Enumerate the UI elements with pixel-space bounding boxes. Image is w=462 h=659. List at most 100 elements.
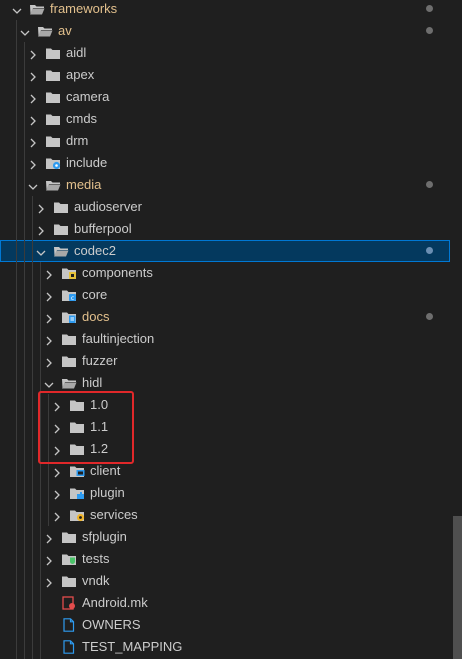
vertical-scrollbar[interactable] xyxy=(453,516,462,659)
chevron-right-icon[interactable] xyxy=(44,312,54,324)
tree-folder-apex[interactable]: apex xyxy=(0,64,450,86)
file-explorer-tree: frameworks av aidl apex camera cmds drm include… xyxy=(0,0,462,659)
folder-icon xyxy=(45,68,61,82)
chevron-down-icon[interactable] xyxy=(20,26,30,36)
chevron-right-icon[interactable] xyxy=(44,532,54,544)
tree-item-label: components xyxy=(82,265,153,280)
tree-item-label: TEST_MAPPING xyxy=(82,639,183,654)
folder-open-icon xyxy=(61,376,77,390)
tree-folder-include[interactable]: include xyxy=(0,152,450,174)
chevron-right-icon[interactable] xyxy=(44,334,54,346)
tree-folder-frameworks[interactable]: frameworks xyxy=(0,0,450,20)
chevron-right-icon[interactable] xyxy=(44,576,54,588)
tree-item-label: sfplugin xyxy=(82,529,127,544)
folder-open-icon xyxy=(29,2,45,16)
chevron-right-icon[interactable] xyxy=(52,444,62,456)
chevron-down-icon[interactable] xyxy=(36,246,46,256)
folder-icon xyxy=(61,354,77,368)
tree-item-label: audioserver xyxy=(74,199,142,214)
folder-icon xyxy=(45,90,61,104)
indent-guide xyxy=(24,42,25,659)
folder-open-icon xyxy=(53,244,69,258)
chevron-right-icon[interactable] xyxy=(28,114,38,126)
indent-guide xyxy=(16,20,17,659)
chevron-right-icon[interactable] xyxy=(44,268,54,280)
chevron-right-icon[interactable] xyxy=(36,202,46,214)
chevron-right-icon[interactable] xyxy=(28,70,38,82)
chevron-right-icon[interactable] xyxy=(36,224,46,236)
tree-folder-codec2[interactable]: codec2 xyxy=(0,240,450,262)
tree-file-owners[interactable]: OWNERS xyxy=(0,614,450,636)
tree-folder-components[interactable]: components xyxy=(0,262,450,284)
tree-folder-docs[interactable]: docs xyxy=(0,306,450,328)
chevron-right-icon[interactable] xyxy=(44,356,54,368)
tree-item-label: core xyxy=(82,287,108,302)
tree-folder-bufferpool[interactable]: bufferpool xyxy=(0,218,450,240)
chevron-right-icon[interactable] xyxy=(44,290,54,302)
tree-folder-vndk[interactable]: vndk xyxy=(0,570,450,592)
tree-folder-1-2[interactable]: 1.2 xyxy=(0,438,450,460)
tree-item-label: cmds xyxy=(66,111,98,126)
tree-item-label: faultinjection xyxy=(82,331,155,346)
folder-components-icon xyxy=(61,266,77,280)
chevron-right-icon[interactable] xyxy=(28,158,38,170)
tree-item-label: camera xyxy=(66,89,110,104)
svg-text:c: c xyxy=(71,295,74,302)
chevron-right-icon[interactable] xyxy=(44,554,54,566)
tree-folder-drm[interactable]: drm xyxy=(0,130,450,152)
tree-item-label: hidl xyxy=(82,375,103,390)
chevron-right-icon[interactable] xyxy=(28,92,38,104)
tree-folder-cmds[interactable]: cmds xyxy=(0,108,450,130)
folder-docs-icon xyxy=(61,310,77,324)
tree-folder-tests[interactable]: tests xyxy=(0,548,450,570)
chevron-right-icon[interactable] xyxy=(52,466,62,478)
tree-folder-1-0[interactable]: 1.0 xyxy=(0,394,450,416)
chevron-right-icon[interactable] xyxy=(52,400,62,412)
chevron-right-icon[interactable] xyxy=(52,488,62,500)
folder-icon xyxy=(45,112,61,126)
tree-folder-client[interactable]: client xyxy=(0,460,450,482)
tree-folder-hidl[interactable]: hidl xyxy=(0,372,450,394)
tree-folder-av[interactable]: av xyxy=(0,20,450,42)
tree-item-label: drm xyxy=(66,133,89,148)
folder-icon xyxy=(53,200,69,214)
tree-folder-camera[interactable]: camera xyxy=(0,86,450,108)
chevron-down-icon[interactable] xyxy=(44,378,54,388)
tree-item-label: plugin xyxy=(90,485,125,500)
tree-item-label: aidl xyxy=(66,45,87,60)
chevron-right-icon[interactable] xyxy=(28,48,38,60)
modified-dot-icon xyxy=(426,181,433,188)
chevron-right-icon[interactable] xyxy=(28,136,38,148)
tree-folder-sfplugin[interactable]: sfplugin xyxy=(0,526,450,548)
tree-item-label: client xyxy=(90,463,121,478)
tree-item-label: vndk xyxy=(82,573,110,588)
tree-item-label: av xyxy=(58,23,72,38)
tree-folder-core[interactable]: c core xyxy=(0,284,450,306)
folder-open-icon xyxy=(37,24,53,38)
tree-item-label: media xyxy=(66,177,102,192)
tree-folder-1-1[interactable]: 1.1 xyxy=(0,416,450,438)
chevron-right-icon[interactable] xyxy=(52,510,62,522)
file-icon xyxy=(61,640,77,654)
chevron-right-icon[interactable] xyxy=(52,422,62,434)
tree-item-label: tests xyxy=(82,551,110,566)
tree-folder-fuzzer[interactable]: fuzzer xyxy=(0,350,450,372)
tree-item-label: fuzzer xyxy=(82,353,118,368)
modified-dot-icon xyxy=(426,247,433,254)
tree-file-android-mk[interactable]: Android.mk xyxy=(0,592,450,614)
tree-folder-media[interactable]: media xyxy=(0,174,450,196)
makefile-icon xyxy=(61,596,77,610)
tree-folder-plugin[interactable]: plugin xyxy=(0,482,450,504)
modified-dot-icon xyxy=(426,5,433,12)
tree-folder-services[interactable]: services xyxy=(0,504,450,526)
folder-icon xyxy=(69,398,85,412)
tree-folder-aidl[interactable]: aidl xyxy=(0,42,450,64)
tree-folder-faultinjection[interactable]: faultinjection xyxy=(0,328,450,350)
chevron-down-icon[interactable] xyxy=(28,180,38,190)
tree-folder-audioserver[interactable]: audioserver xyxy=(0,196,450,218)
tree-file-test-mapping[interactable]: TEST_MAPPING xyxy=(0,636,450,658)
tree-item-label: 1.1 xyxy=(90,419,109,434)
folder-core-icon: c xyxy=(61,288,77,302)
tree-item-label: codec2 xyxy=(74,243,116,258)
chevron-down-icon[interactable] xyxy=(12,4,22,14)
